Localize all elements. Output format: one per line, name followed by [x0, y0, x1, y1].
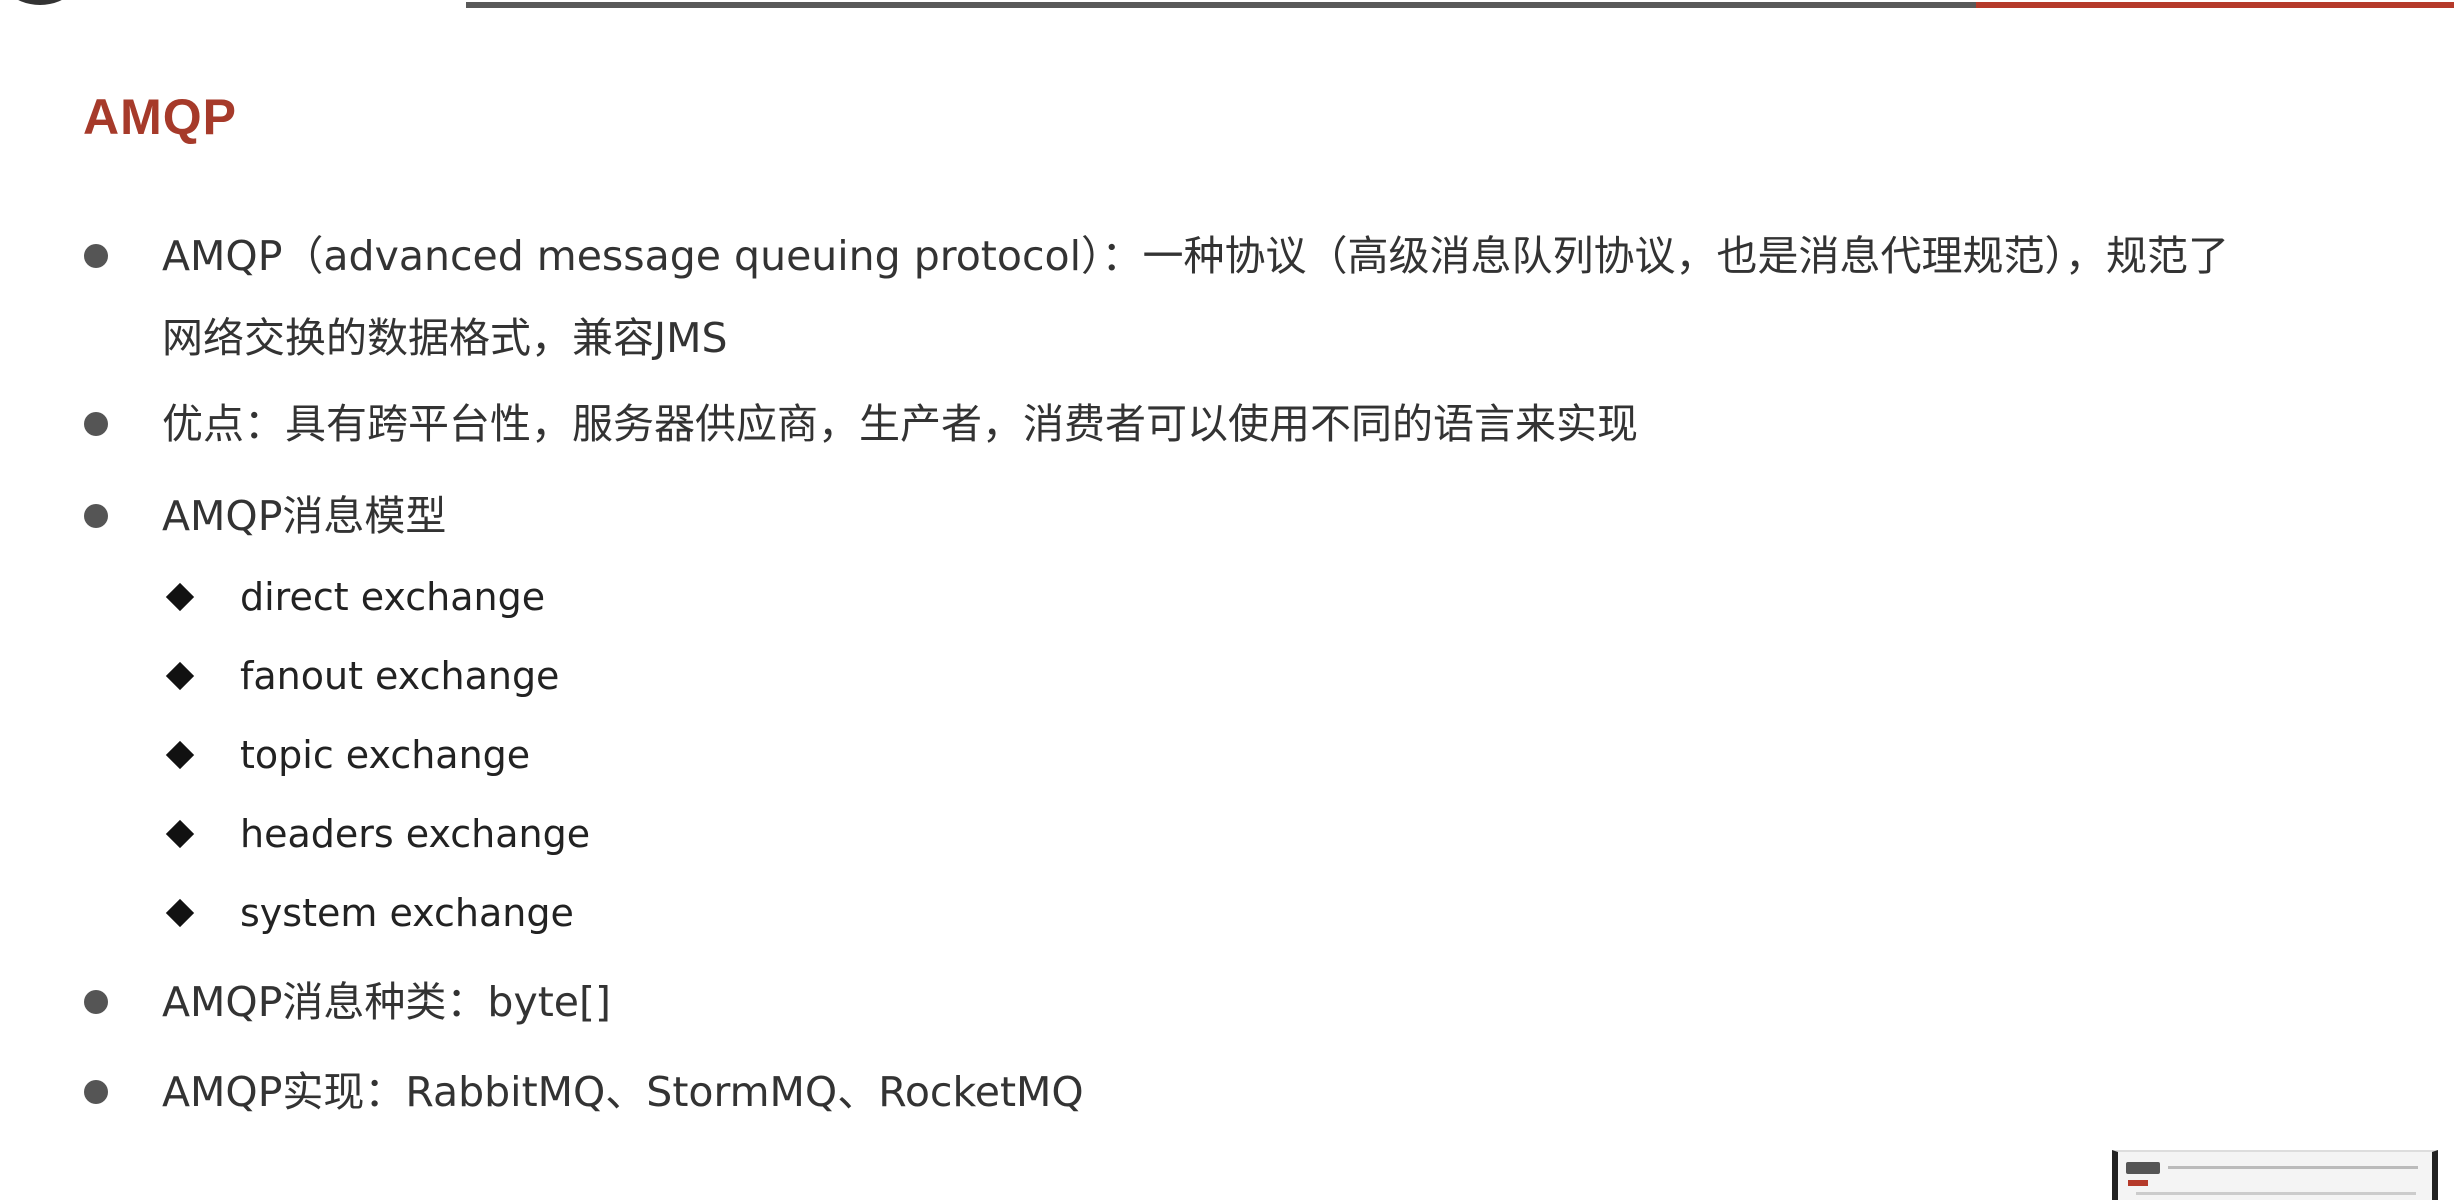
bullet-text: AMQP（advanced message queuing protocol）：…: [162, 232, 2229, 280]
sub-item-text: fanout exchange: [240, 654, 560, 698]
bullet-text: AMQP实现：RabbitMQ、StormMQ、RocketMQ: [162, 1068, 1084, 1116]
sub-item-text: direct exchange: [240, 575, 546, 619]
sub-item-text: topic exchange: [240, 733, 531, 777]
thumbnail-title-mark: [2128, 1180, 2148, 1186]
diamond-bullet-icon: [165, 898, 195, 928]
thumbnail-header-line: [2168, 1166, 2418, 1169]
sub-item-text: system exchange: [240, 891, 574, 935]
bullet-dot: [84, 504, 108, 528]
bullet-text-continued: 网络交换的数据格式，兼容JMS: [162, 314, 728, 362]
diamond-bullet-icon: [165, 661, 195, 691]
next-slide-thumbnail[interactable]: [2112, 1150, 2438, 1200]
diamond-bullet-icon: [165, 582, 195, 612]
sub-item-text: headers exchange: [240, 812, 591, 856]
slide-content: AMQP（advanced message queuing protocol）：…: [0, 0, 2454, 1200]
bullet-text: AMQP消息种类：byte[]: [162, 978, 611, 1026]
bullet-text: AMQP消息模型: [162, 492, 447, 540]
bullet-dot: [84, 990, 108, 1014]
diamond-bullet-icon: [165, 740, 195, 770]
bullet-dot: [84, 244, 108, 268]
bullet-text: 优点：具有跨平台性，服务器供应商，生产者，消费者可以使用不同的语言来实现: [162, 400, 1638, 448]
thumbnail-text-line: [2136, 1192, 2416, 1195]
bullet-dot: [84, 412, 108, 436]
bullet-dot: [84, 1080, 108, 1104]
thumbnail-logo: [2126, 1162, 2160, 1174]
diamond-bullet-icon: [165, 819, 195, 849]
